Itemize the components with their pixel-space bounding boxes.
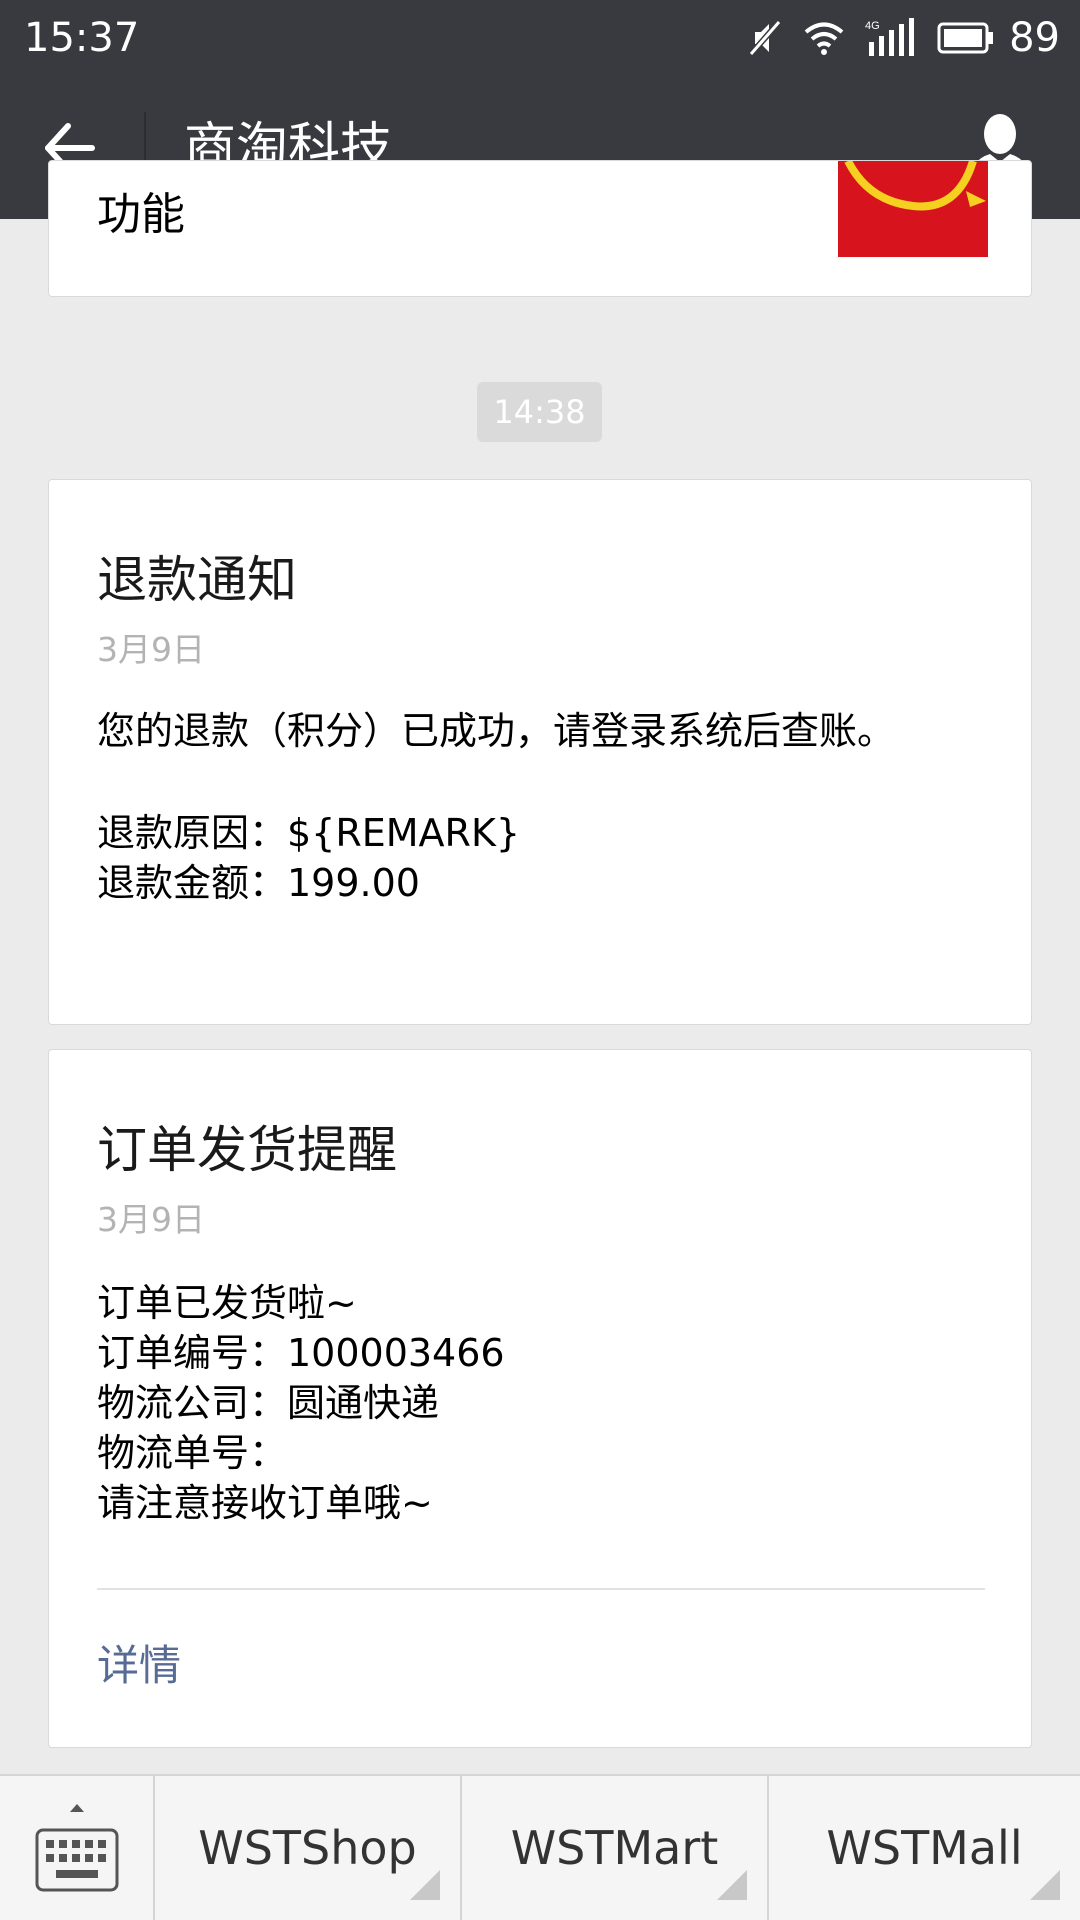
battery-icon xyxy=(937,22,995,54)
keyboard-icon xyxy=(35,1804,119,1892)
submenu-indicator-icon xyxy=(410,1870,440,1900)
menu-button-wstshop[interactable]: WSTShop xyxy=(155,1776,462,1920)
message-timestamp: 14:38 xyxy=(477,382,602,442)
details-link[interactable]: 详情 xyxy=(97,1638,181,1694)
wifi-icon xyxy=(803,20,845,56)
mute-icon xyxy=(749,18,783,58)
tracking-number: 物流单号： xyxy=(97,1431,288,1475)
status-bar: 15:37 4G 89 xyxy=(0,0,1080,76)
status-icons: 4G 89 xyxy=(729,12,1060,64)
card-divider xyxy=(97,1588,985,1590)
previous-article-card[interactable]: 功能 xyxy=(48,160,1032,297)
article-thumbnail xyxy=(838,161,988,257)
signal-icon: 4G xyxy=(865,18,917,58)
logistics-company: 物流公司：圆通快递 xyxy=(97,1381,440,1425)
shipping-line: 请注意接收订单哦~ xyxy=(97,1481,433,1525)
bottom-menu-bar: WSTShop WSTMart WSTMall xyxy=(0,1774,1080,1920)
battery-percent: 89 xyxy=(1009,15,1060,61)
refund-amount: 退款金额：199.00 xyxy=(97,861,420,905)
wechat-chat-screen: 15:37 4G 89 商淘科技 功能 14:38 退款通知 3月9日 您的退款… xyxy=(0,0,1080,1920)
menu-label: WSTMall xyxy=(826,1821,1023,1875)
card-date: 3月9日 xyxy=(97,630,205,669)
menu-button-wstmart[interactable]: WSTMart xyxy=(462,1776,769,1920)
refund-reason: 退款原因：${REMARK} xyxy=(97,811,521,855)
card-title: 退款通知 xyxy=(97,551,297,609)
submenu-indicator-icon xyxy=(717,1870,747,1900)
network-type: 4G xyxy=(865,20,880,32)
refund-message: 您的退款（积分）已成功，请登录系统后查账。 xyxy=(97,709,896,753)
previous-article-text: 功能 xyxy=(97,189,185,240)
keyboard-toggle-button[interactable] xyxy=(0,1776,155,1920)
status-time: 15:37 xyxy=(24,15,140,61)
card-title: 订单发货提醒 xyxy=(97,1121,397,1179)
shipping-line: 订单已发货啦~ xyxy=(97,1281,357,1325)
order-number: 订单编号：100003466 xyxy=(97,1331,505,1375)
card-date: 3月9日 xyxy=(97,1200,205,1239)
submenu-indicator-icon xyxy=(1030,1870,1060,1900)
refund-notification-card[interactable]: 退款通知 3月9日 您的退款（积分）已成功，请登录系统后查账。 退款原因：${R… xyxy=(48,479,1032,1025)
menu-button-wstmall[interactable]: WSTMall xyxy=(769,1776,1080,1920)
menu-label: WSTShop xyxy=(198,1821,417,1875)
menu-label: WSTMart xyxy=(510,1821,719,1875)
shipping-reminder-card[interactable]: 订单发货提醒 3月9日 订单已发货啦~ 订单编号：100003466 物流公司：… xyxy=(48,1049,1032,1748)
